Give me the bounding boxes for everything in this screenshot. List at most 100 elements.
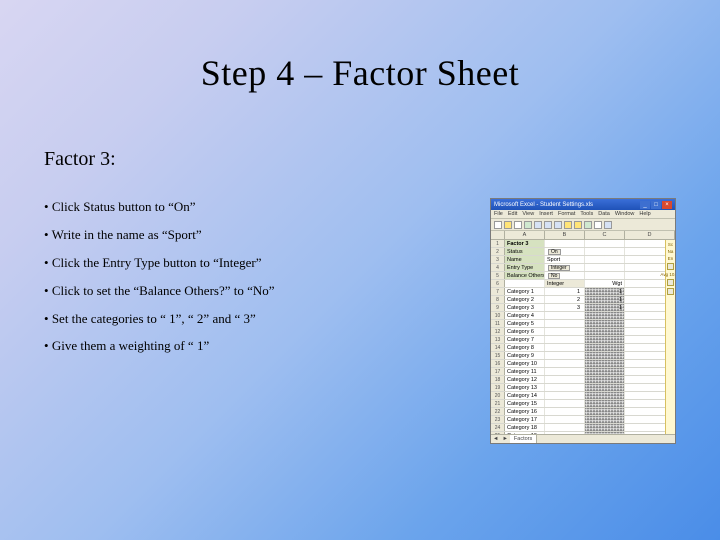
row-header[interactable]: 24: [491, 424, 505, 431]
cell[interactable]: [585, 416, 625, 423]
col-header[interactable]: A: [505, 231, 545, 239]
cell[interactable]: [545, 400, 585, 407]
row-header[interactable]: 22: [491, 408, 505, 415]
cell[interactable]: Category 1: [505, 288, 545, 295]
menu-item[interactable]: View: [522, 211, 534, 217]
paste-icon[interactable]: [554, 221, 562, 229]
cell[interactable]: [585, 248, 625, 255]
cell[interactable]: [585, 400, 625, 407]
dropdown-button[interactable]: No: [548, 273, 560, 279]
col-header[interactable]: B: [545, 231, 585, 239]
cell[interactable]: Category 5: [505, 320, 545, 327]
sort-icon[interactable]: [594, 221, 602, 229]
cell[interactable]: [585, 264, 625, 271]
cell[interactable]: [545, 344, 585, 351]
row-header[interactable]: 23: [491, 416, 505, 423]
cell[interactable]: [585, 424, 625, 431]
undo-icon[interactable]: [564, 221, 572, 229]
cell[interactable]: 2: [545, 296, 585, 303]
cell[interactable]: On: [545, 248, 585, 255]
cell[interactable]: Name: [505, 256, 545, 263]
cell[interactable]: [545, 352, 585, 359]
row-header[interactable]: 7: [491, 288, 505, 295]
menu-item[interactable]: Data: [598, 211, 610, 217]
row-header[interactable]: 11: [491, 320, 505, 327]
menu-item[interactable]: Help: [639, 211, 650, 217]
cell[interactable]: 1: [585, 288, 625, 295]
row-header[interactable]: 21: [491, 400, 505, 407]
dropdown-button[interactable]: Integer: [548, 265, 570, 271]
row-header[interactable]: 18: [491, 376, 505, 383]
row-header[interactable]: 1: [491, 240, 505, 247]
minimize-icon[interactable]: _: [640, 201, 650, 209]
cell[interactable]: Category 7: [505, 336, 545, 343]
side-icon[interactable]: [667, 263, 674, 270]
cell[interactable]: 3: [545, 304, 585, 311]
menu-item[interactable]: File: [494, 211, 503, 217]
cell[interactable]: Category 14: [505, 392, 545, 399]
cell[interactable]: [545, 320, 585, 327]
cell[interactable]: [545, 368, 585, 375]
cell[interactable]: [545, 312, 585, 319]
maximize-icon[interactable]: □: [651, 201, 661, 209]
open-icon[interactable]: [504, 221, 512, 229]
sheet-tab[interactable]: Factors: [510, 435, 537, 443]
cell[interactable]: [585, 320, 625, 327]
save-icon[interactable]: [514, 221, 522, 229]
col-header[interactable]: D: [625, 231, 675, 239]
cell[interactable]: Category 10: [505, 360, 545, 367]
cell[interactable]: [545, 424, 585, 431]
cell[interactable]: Category 17: [505, 416, 545, 423]
cell[interactable]: [585, 256, 625, 263]
cell[interactable]: [585, 328, 625, 335]
redo-icon[interactable]: [574, 221, 582, 229]
row-header[interactable]: 25: [491, 432, 505, 434]
cell[interactable]: [585, 408, 625, 415]
cell[interactable]: Category 6: [505, 328, 545, 335]
row-header[interactable]: 6: [491, 280, 505, 287]
side-icon[interactable]: [667, 279, 674, 286]
copy-icon[interactable]: [544, 221, 552, 229]
sum-icon[interactable]: [584, 221, 592, 229]
cell[interactable]: [585, 384, 625, 391]
cell[interactable]: [585, 360, 625, 367]
row-header[interactable]: 3: [491, 256, 505, 263]
cell[interactable]: [545, 408, 585, 415]
row-header[interactable]: 12: [491, 328, 505, 335]
cell[interactable]: Sport: [545, 256, 585, 263]
row-header[interactable]: 5: [491, 272, 505, 279]
row-header[interactable]: 8: [491, 296, 505, 303]
cell[interactable]: Category 18: [505, 424, 545, 431]
menu-item[interactable]: Format: [558, 211, 575, 217]
col-header[interactable]: C: [585, 231, 625, 239]
cell[interactable]: [545, 416, 585, 423]
cell[interactable]: [585, 312, 625, 319]
cell[interactable]: [585, 352, 625, 359]
cell[interactable]: Balance Others?: [505, 272, 545, 279]
row-header[interactable]: 15: [491, 352, 505, 359]
dropdown-button[interactable]: On: [548, 249, 561, 255]
cell[interactable]: Category 4: [505, 312, 545, 319]
cell[interactable]: Wgt: [585, 280, 625, 287]
cell[interactable]: Category 11: [505, 368, 545, 375]
row-header[interactable]: 4: [491, 264, 505, 271]
row-header[interactable]: 13: [491, 336, 505, 343]
row-header[interactable]: 17: [491, 368, 505, 375]
tab-nav-icon[interactable]: ◄: [491, 436, 500, 442]
row-header[interactable]: 16: [491, 360, 505, 367]
cell[interactable]: [585, 392, 625, 399]
close-icon[interactable]: ×: [662, 201, 672, 209]
menu-item[interactable]: Edit: [508, 211, 517, 217]
cell[interactable]: Category 16: [505, 408, 545, 415]
row-header[interactable]: 20: [491, 392, 505, 399]
cell[interactable]: [545, 240, 585, 247]
cell[interactable]: [585, 368, 625, 375]
cell[interactable]: [585, 240, 625, 247]
cell[interactable]: [585, 336, 625, 343]
cell[interactable]: Category 19: [505, 432, 545, 434]
cell[interactable]: Category 2: [505, 296, 545, 303]
row-header[interactable]: 9: [491, 304, 505, 311]
tab-nav-icon[interactable]: ►: [500, 436, 509, 442]
row-header[interactable]: 2: [491, 248, 505, 255]
new-icon[interactable]: [494, 221, 502, 229]
